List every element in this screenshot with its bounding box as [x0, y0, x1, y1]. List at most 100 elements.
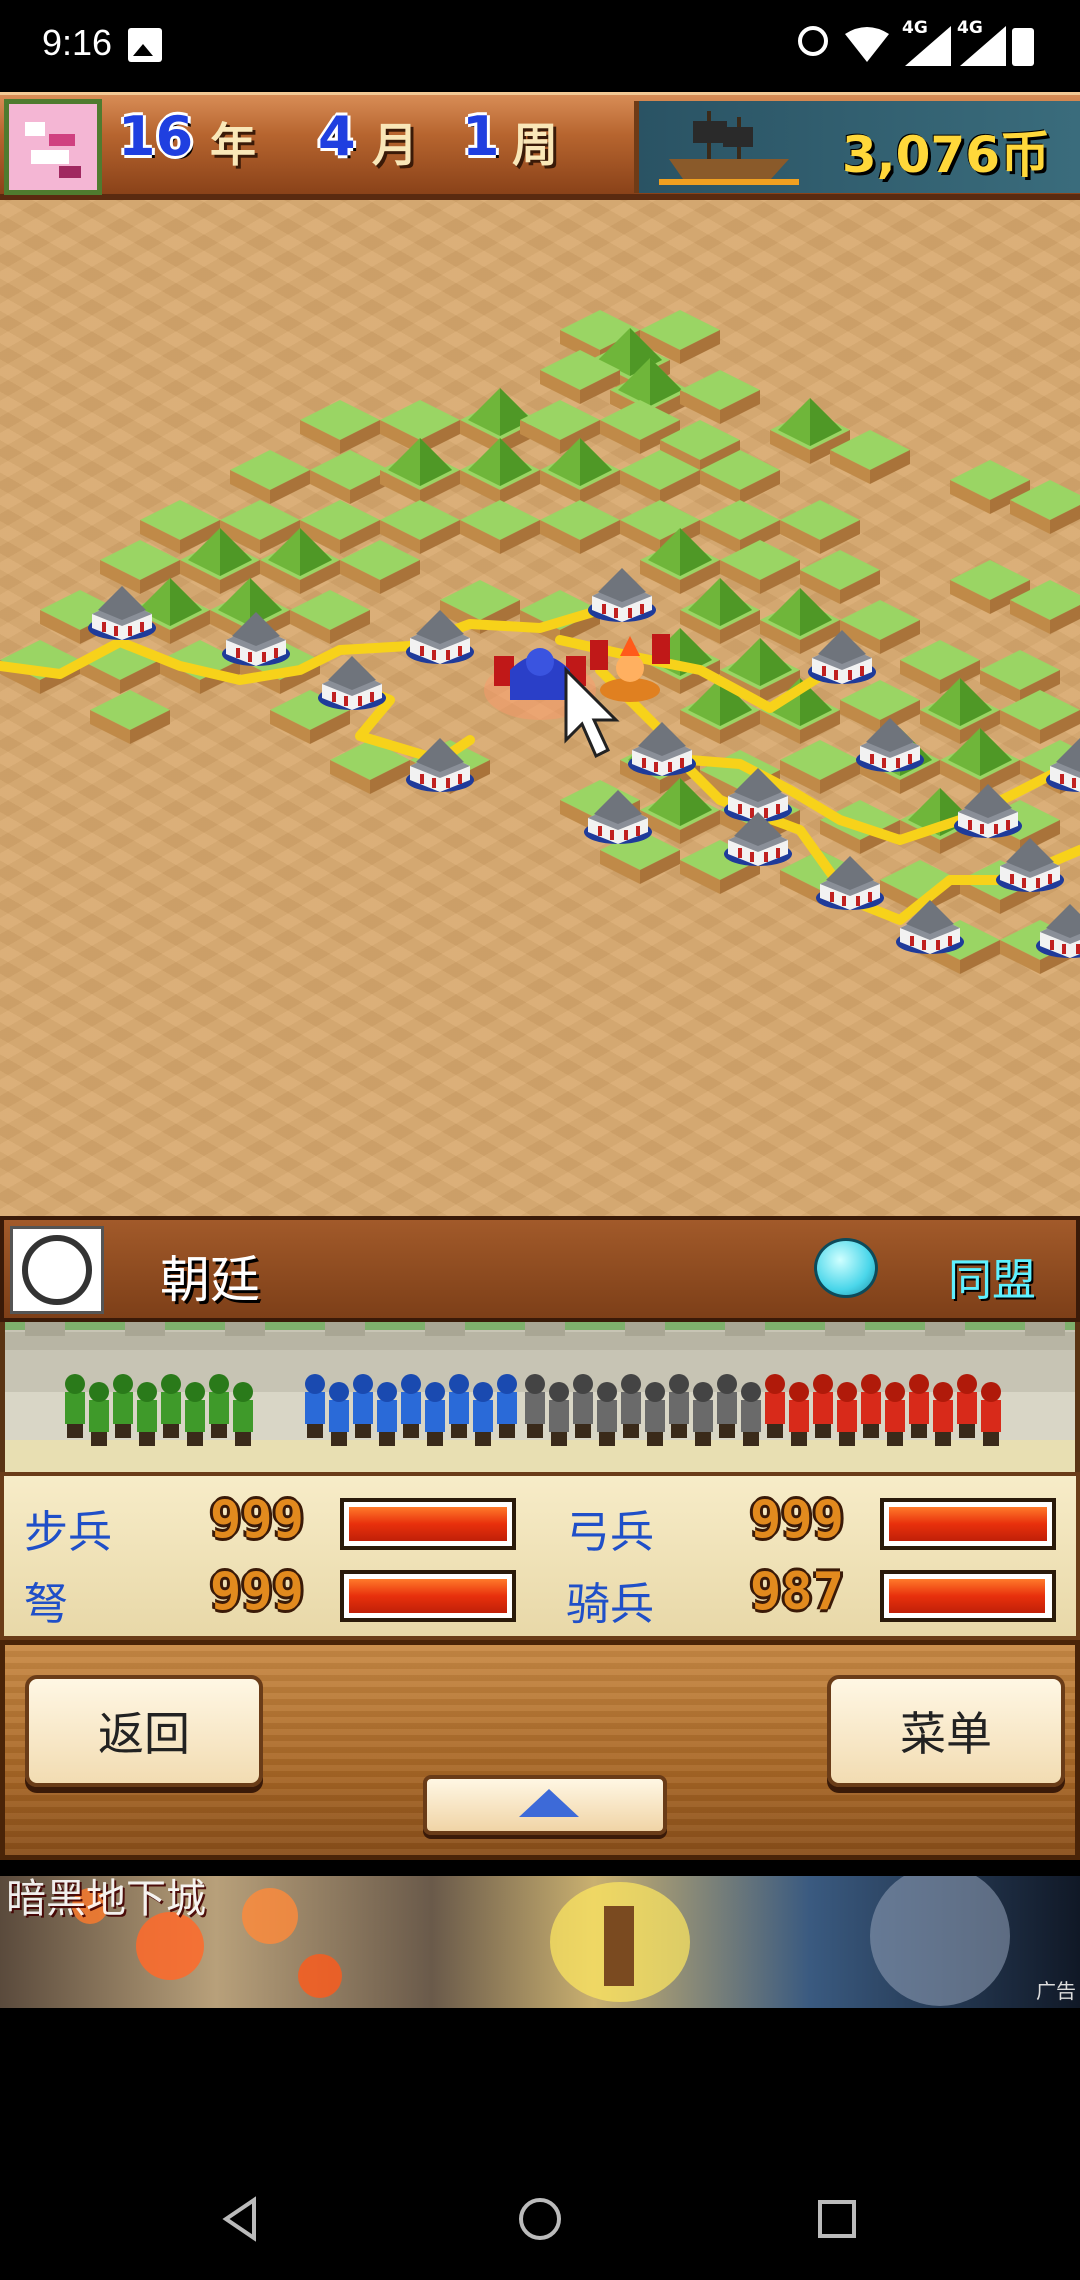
soldier-head: [909, 1374, 929, 1394]
stat-label-infantry: 步兵: [24, 1507, 112, 1558]
stat-bar-infantry: [340, 1498, 516, 1550]
soldier-head: [957, 1374, 977, 1394]
back-button[interactable]: 返回: [25, 1675, 263, 1787]
wifi-icon: [845, 27, 889, 62]
stat-bar-crossbow: [340, 1570, 516, 1622]
soldier-legs: [307, 1424, 323, 1438]
ad-title: 暗黑地下城: [6, 1876, 206, 1922]
world-map[interactable]: [0, 200, 1080, 1216]
ad-tag: 广告: [1036, 1979, 1076, 2003]
soldier-head: [497, 1374, 517, 1394]
soldier-legs: [647, 1432, 663, 1446]
soldier-head: [885, 1382, 905, 1402]
soldier-legs: [527, 1424, 543, 1438]
year-value: 16: [118, 105, 194, 168]
soldier-head: [473, 1382, 493, 1402]
month-value: 4: [318, 105, 356, 168]
soldier-figure: [305, 1392, 325, 1424]
system-nav-bar: [0, 2160, 1080, 2280]
soldier-legs: [551, 1432, 567, 1446]
soldier-figure: [885, 1400, 905, 1432]
soldier-legs: [475, 1432, 491, 1446]
army-formation-banner: [0, 1322, 1080, 1472]
money-value: 3,076币: [841, 126, 1050, 184]
soldier-figure: [861, 1392, 881, 1424]
soldier-head: [401, 1374, 421, 1394]
soldier-figure: [909, 1392, 929, 1424]
soldier-figure: [549, 1400, 569, 1432]
soldier-legs: [379, 1432, 395, 1446]
soldier-legs: [815, 1424, 831, 1438]
soldier-head: [305, 1374, 325, 1394]
soldier-figure: [525, 1392, 545, 1424]
soldier-legs: [403, 1424, 419, 1438]
stat-bar-cavalry: [880, 1570, 1056, 1622]
soldier-figure: [137, 1400, 157, 1432]
soldier-legs: [791, 1432, 807, 1446]
soldier-head: [209, 1374, 229, 1394]
soldier-head: [693, 1382, 713, 1402]
soldier-head: [185, 1382, 205, 1402]
soldier-legs: [935, 1432, 951, 1446]
soldier-legs: [623, 1424, 639, 1438]
stat-label-archer: 弓兵: [566, 1507, 654, 1558]
soldier-legs: [959, 1424, 975, 1438]
soldier-head: [813, 1374, 833, 1394]
soldier-legs: [331, 1432, 347, 1446]
soldier-legs: [187, 1432, 203, 1446]
soldier-figure: [473, 1400, 493, 1432]
soldier-legs: [575, 1424, 591, 1438]
soldier-legs: [863, 1424, 879, 1438]
soldier-figure: [621, 1392, 641, 1424]
soldier-head: [89, 1382, 109, 1402]
soldier-figure: [209, 1392, 229, 1424]
soldier-head: [717, 1374, 737, 1394]
soldier-head: [741, 1382, 761, 1402]
soldier-head: [669, 1374, 689, 1394]
lord-portrait[interactable]: [4, 99, 102, 195]
faction-name: 朝廷: [160, 1251, 260, 1309]
year-unit: 年: [210, 118, 256, 172]
troop-stats-panel: 步兵 999 弓兵 999 弩 999 骑兵 987: [0, 1472, 1080, 1640]
soldier-legs: [671, 1424, 687, 1438]
soldier-figure: [89, 1400, 109, 1432]
soldier-legs: [91, 1432, 107, 1446]
soldier-figure: [377, 1400, 397, 1432]
soldier-figure: [161, 1392, 181, 1424]
ship-icon: [659, 111, 799, 185]
soldier-head: [377, 1382, 397, 1402]
soldier-legs: [887, 1432, 903, 1446]
menu-button[interactable]: 菜单: [827, 1675, 1065, 1787]
soldier-figure: [573, 1392, 593, 1424]
soldier-figure: [113, 1392, 133, 1424]
soldier-figure: [717, 1392, 737, 1424]
soldier-head: [233, 1382, 253, 1402]
up-arrow-icon: [519, 1789, 579, 1817]
home-nav-icon[interactable]: [515, 2194, 565, 2244]
faction-relation-status: 同盟: [948, 1255, 1036, 1306]
soldier-figure: [497, 1392, 517, 1424]
recents-nav-icon[interactable]: [812, 2194, 862, 2244]
soldier-head: [789, 1382, 809, 1402]
ad-banner[interactable]: 暗黑地下城 广告: [0, 1876, 1080, 2008]
game-top-bar: 16 年 4 月 1 周 3,076币: [0, 92, 1080, 200]
soldier-figure: [353, 1392, 373, 1424]
expand-up-button[interactable]: [423, 1775, 667, 1835]
back-nav-icon[interactable]: [216, 2194, 266, 2244]
soldier-head: [933, 1382, 953, 1402]
soldier-legs: [235, 1432, 251, 1446]
soldier-figure: [597, 1400, 617, 1432]
army-soldiers-illustration: [5, 1322, 1075, 1446]
soldier-figure: [185, 1400, 205, 1432]
stat-value-cavalry: 987: [750, 1562, 844, 1622]
soldier-legs: [427, 1432, 443, 1446]
battery-icon: [1012, 28, 1034, 66]
soldier-head: [981, 1382, 1001, 1402]
soldier-head: [137, 1382, 157, 1402]
soldier-legs: [139, 1432, 155, 1446]
soldier-figure: [669, 1392, 689, 1424]
soldier-head: [113, 1374, 133, 1394]
map-terrain[interactable]: [0, 200, 1080, 1216]
stat-label-cavalry: 骑兵: [566, 1579, 654, 1630]
money-panel: 3,076币: [634, 101, 1080, 193]
